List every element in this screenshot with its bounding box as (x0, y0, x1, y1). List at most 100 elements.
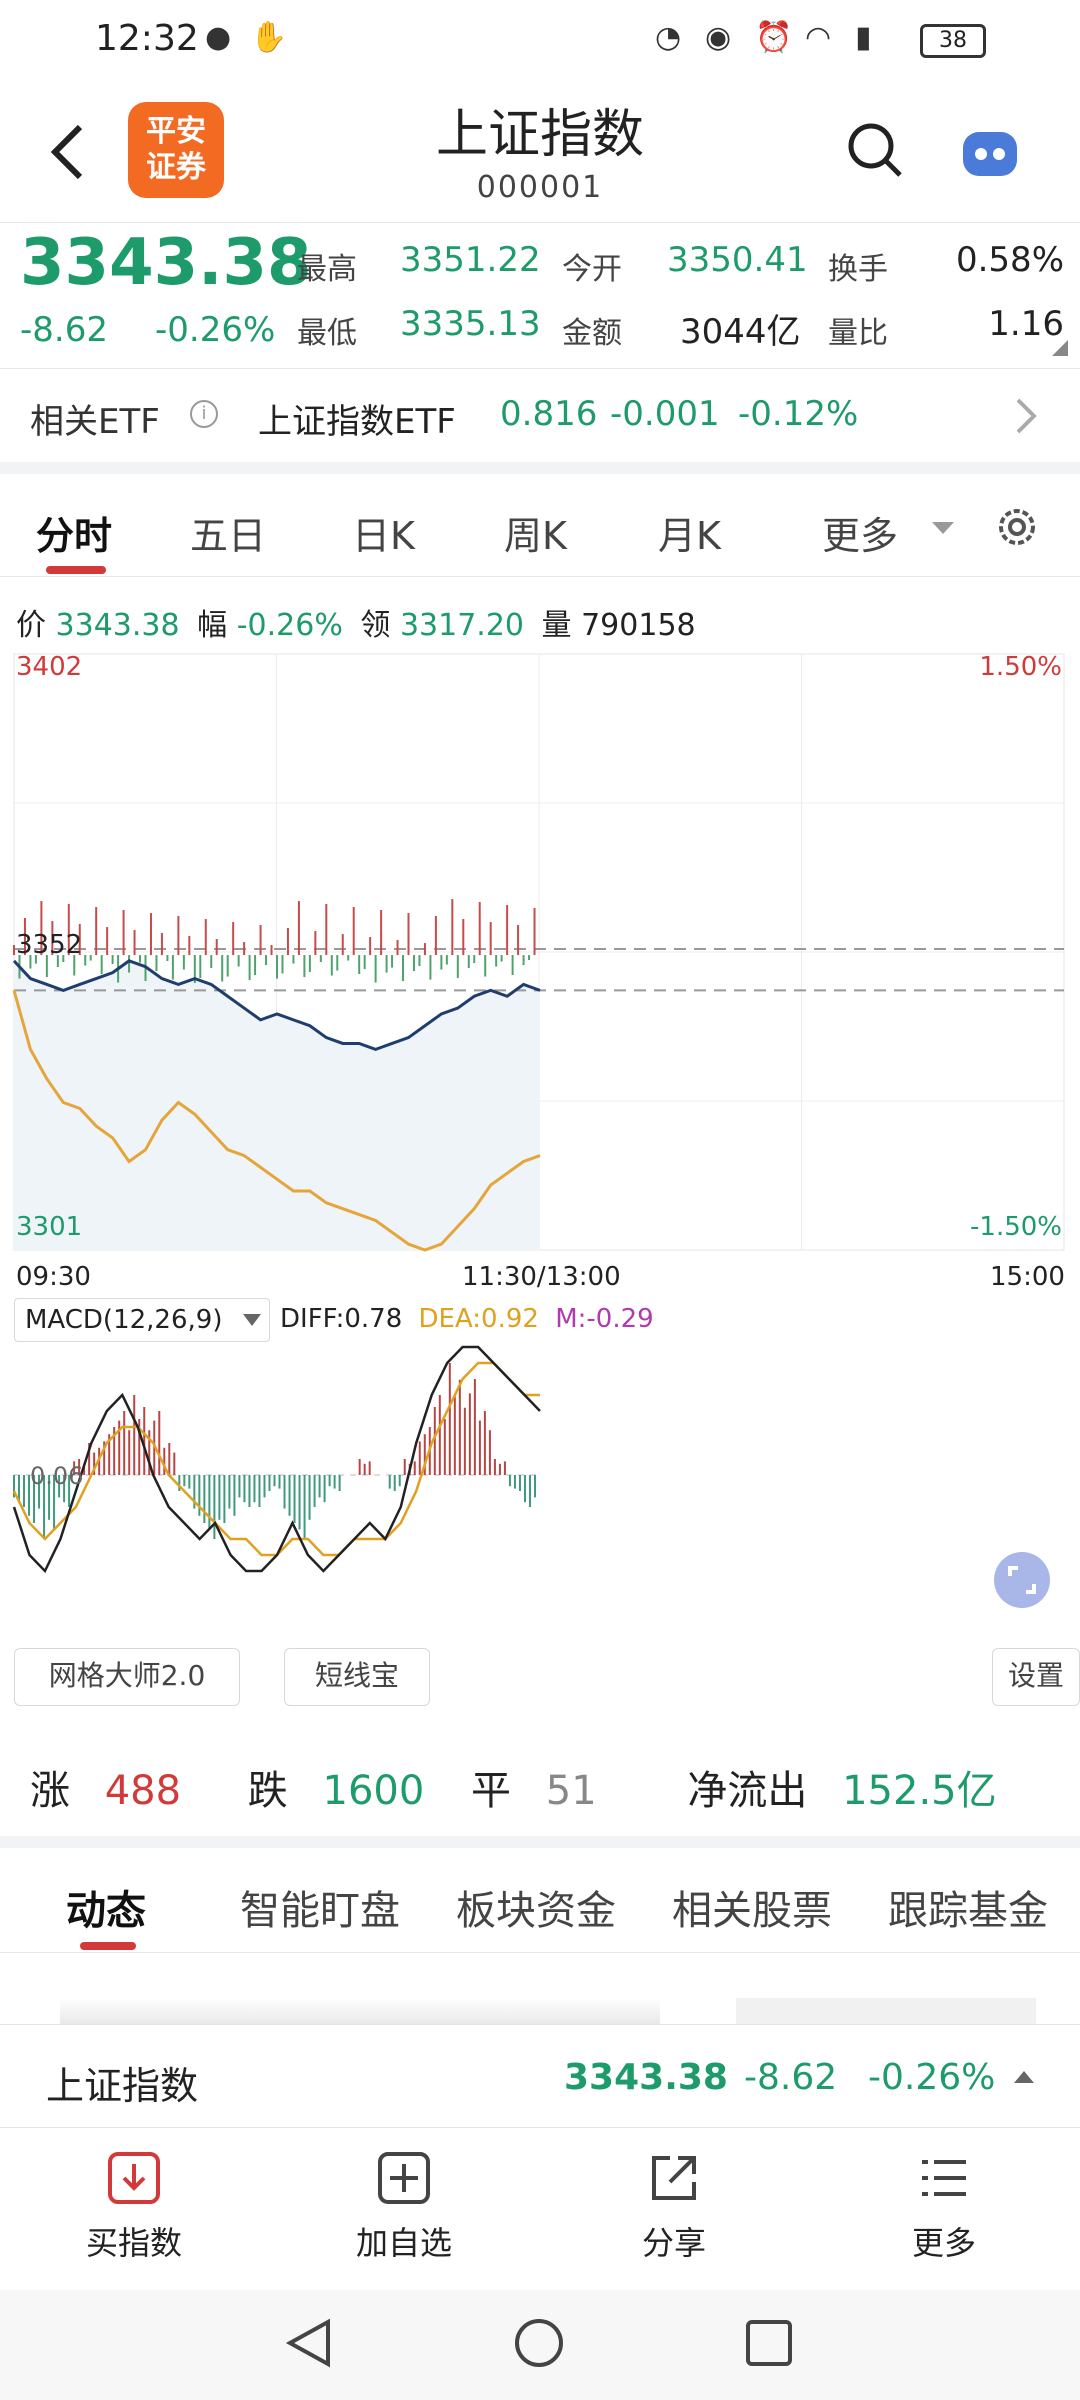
settings-gear-icon[interactable] (992, 502, 1042, 552)
eye-icon: ◉ (705, 20, 732, 55)
add-watchlist-label: 加自选 (355, 2224, 452, 2262)
tab-5day[interactable]: 五日 (190, 505, 266, 560)
amp-label: 幅 (197, 608, 228, 643)
high-value: 3351.22 (400, 240, 541, 280)
chevron-right-icon (1016, 398, 1037, 434)
sticky-change-pct: -0.26% (868, 2057, 996, 2098)
chart-price: 3343.38 (55, 608, 180, 643)
price-change: -8.62 (20, 310, 108, 350)
search-button[interactable] (845, 120, 905, 180)
alarm-icon: ⏰ (755, 20, 793, 55)
nav-recents-icon[interactable] (742, 2316, 796, 2370)
etf-name: 上证指数ETF (258, 402, 456, 442)
news-thumbnail-peek (736, 1998, 1036, 2024)
macd-indicator-select[interactable]: MACD(12,26,9) (14, 1298, 270, 1342)
chart-amp: -0.26% (236, 608, 343, 643)
stock-code: 000001 (476, 170, 604, 205)
up-count: 488 (104, 1768, 182, 1814)
macd-chart[interactable] (0, 1340, 1080, 1620)
quote-divider (0, 368, 1080, 369)
current-price: 3343.38 (20, 226, 312, 300)
x-axis-mid: 11:30/13:00 (462, 1262, 621, 1292)
page-title: 上证指数 (435, 105, 644, 165)
y-axis-mid: 3352 (16, 930, 83, 960)
news-tab-indicator (80, 1942, 136, 1950)
settings-button[interactable]: 设置 (992, 1648, 1080, 1706)
search-icon (848, 123, 902, 177)
more-button[interactable]: 更多 (844, 2150, 1044, 2290)
y-axis-top: 3402 (16, 652, 83, 682)
buy-index-label: 买指数 (85, 2224, 182, 2262)
macd-title: MACD(12,26,9) (25, 1305, 223, 1335)
sticky-price: 3343.38 (564, 2057, 728, 2098)
open-value: 3350.41 (667, 240, 808, 280)
system-nav-bar (0, 2290, 1080, 2400)
price-label: 价 (16, 608, 46, 643)
x-axis-start: 09:30 (16, 1262, 91, 1292)
amount-label: 金额 (562, 316, 622, 351)
news-tab-sector-funds[interactable]: 板块资金 (456, 1878, 616, 1936)
macd-zero-label: 0.06 (30, 1462, 84, 1490)
tab-active-indicator (46, 566, 106, 574)
vol-label: 量 (541, 608, 572, 643)
intraday-chart[interactable] (0, 650, 1080, 1260)
tabs-divider (0, 576, 1080, 577)
signal-icon: ▮ (855, 20, 872, 55)
dropdown-triangle-icon (243, 1314, 261, 1326)
flow-value: 152.5亿 (842, 1768, 997, 1814)
battery-level: 38 (939, 28, 967, 53)
grid-master-button[interactable]: 网格大师2.0 (14, 1648, 240, 1706)
tab-more[interactable]: 更多 (822, 505, 898, 560)
menu-list-icon (922, 2160, 966, 2196)
amount-value: 3044亿 (680, 312, 801, 352)
fullscreen-button[interactable] (994, 1552, 1050, 1608)
turnover-value: 0.58% (955, 240, 1064, 280)
broker-logo: 平安 证券 (128, 102, 224, 198)
etf-price: 0.816 (500, 394, 598, 434)
share-button[interactable]: 分享 (574, 2150, 774, 2290)
news-tab-related-stocks[interactable]: 相关股票 (672, 1878, 832, 1936)
robot-assistant-icon (963, 132, 1017, 176)
expand-icon (1008, 1566, 1036, 1594)
collapse-up-icon[interactable] (1014, 2071, 1034, 2083)
flat-label: 平 (471, 1768, 512, 1814)
dea-label: DEA:0.92 (418, 1304, 539, 1334)
add-watchlist-button[interactable]: 加自选 (304, 2150, 504, 2290)
news-item-peek[interactable] (60, 1998, 660, 2024)
expand-corner-icon[interactable] (1052, 340, 1068, 356)
info-icon[interactable]: i (190, 400, 218, 428)
battery-icon: 38 (920, 24, 986, 58)
diff-label: DIFF:0.78 (280, 1304, 403, 1334)
tab-more-dropdown-icon (932, 522, 954, 534)
back-button[interactable] (40, 112, 100, 192)
turnover-label: 换手 (828, 252, 888, 287)
tab-monthly-k[interactable]: 月K (658, 505, 721, 560)
news-tab-tracking-funds[interactable]: 跟踪基金 (888, 1878, 1048, 1936)
short-line-button[interactable]: 短线宝 (284, 1648, 430, 1706)
etf-label: 相关ETF (30, 402, 160, 442)
news-tab-smart-watch[interactable]: 智能盯盘 (240, 1878, 400, 1936)
low-label: 最低 (297, 316, 357, 351)
nav-home-icon[interactable] (512, 2316, 566, 2370)
pct-axis-top: 1.50% (979, 652, 1062, 682)
sticky-quote-bar[interactable]: 上证指数 3343.38 -8.62 -0.26% (0, 2024, 1080, 2128)
tab-daily-k[interactable]: 日K (352, 505, 415, 560)
etf-row[interactable]: 相关ETF i 上证指数ETF 0.816 -0.001 -0.12% (0, 370, 1080, 462)
chart-vol: 790158 (581, 608, 696, 643)
wechat-icon: ● (205, 20, 232, 55)
status-time: 12:32 (95, 18, 199, 59)
section-divider (0, 462, 1080, 474)
buy-index-button[interactable]: 买指数 (34, 2150, 234, 2290)
assistant-button[interactable] (955, 118, 1025, 188)
m-label: M:-0.29 (555, 1304, 654, 1334)
tab-weekly-k[interactable]: 周K (504, 505, 567, 560)
nav-back-icon[interactable] (282, 2316, 336, 2370)
volratio-value: 1.16 (988, 304, 1064, 344)
chart-lead: 3317.20 (399, 608, 524, 643)
tab-intraday[interactable]: 分时 (36, 505, 112, 560)
hand-icon: ✋ (250, 20, 288, 55)
etf-change-pct: -0.12% (738, 394, 859, 434)
wifi-icon: ◠ (805, 20, 832, 55)
header-divider (0, 222, 1080, 223)
news-tab-dynamic[interactable]: 动态 (66, 1878, 146, 1936)
